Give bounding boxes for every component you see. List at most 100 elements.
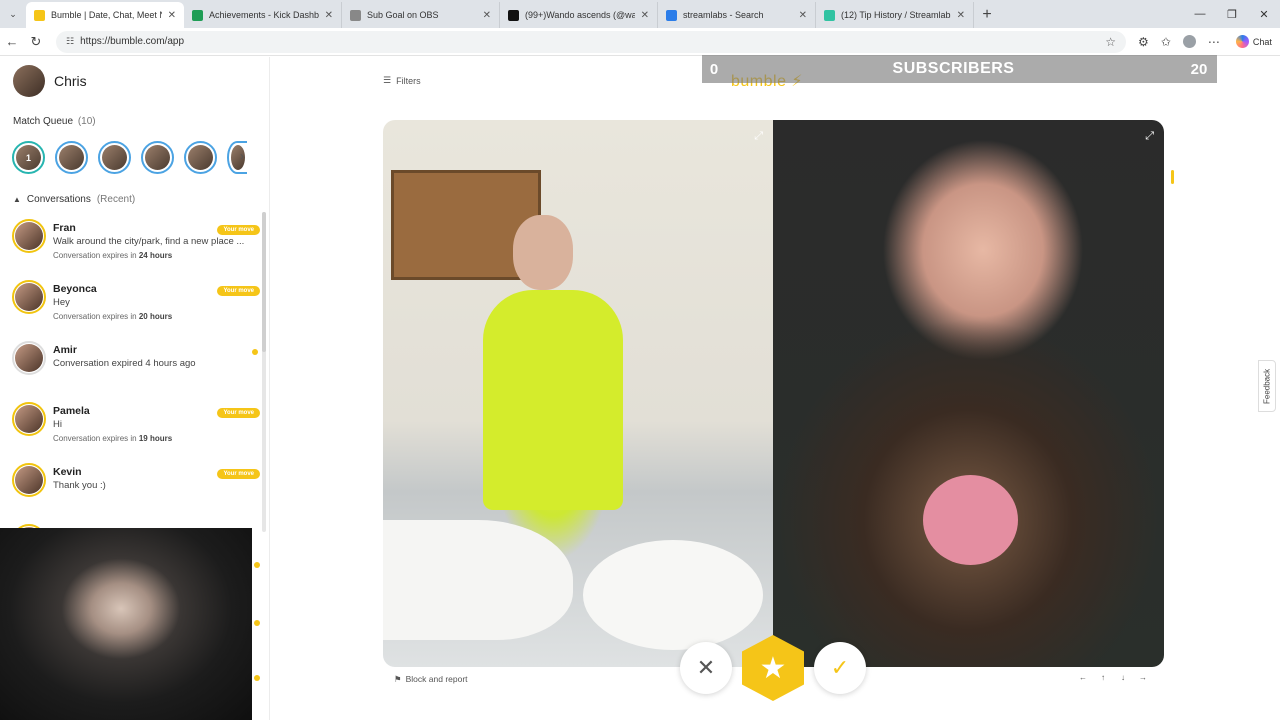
favorites-icon[interactable]: ✩ (1161, 35, 1171, 49)
new-tab-button[interactable]: + (974, 2, 1000, 28)
tab-title: (12) Tip History / Streamlabs (841, 10, 951, 20)
filters-button[interactable]: ☰ Filters (383, 75, 421, 86)
back-arrow-icon[interactable]: ← (0, 34, 24, 49)
conversation-avatar (12, 219, 46, 253)
conversation-message: Hi (53, 419, 62, 430)
goal-title: SUBSCRIBERS (892, 60, 1015, 77)
scroll-indicator (1171, 170, 1174, 184)
tab-close-icon[interactable]: ✕ (168, 10, 176, 21)
queue-number: 1 (16, 145, 41, 170)
address-bar-row: ← ↻ ☷ https://bumble.com/app ☆ ⚙ ✩ ⋯ Cha… (0, 28, 1280, 56)
person-head (513, 215, 573, 290)
favorite-star-icon[interactable]: ☆ (1105, 35, 1116, 49)
extensions-icon[interactable]: ⚙ (1138, 35, 1149, 49)
match-queue-label: Match Queue (13, 116, 74, 127)
user-avatar[interactable] (13, 65, 45, 97)
url-field[interactable]: ☷ https://bumble.com/app ☆ (56, 30, 1126, 53)
conversation-message: Hey (53, 297, 70, 308)
user-profile[interactable]: Chris (13, 65, 87, 97)
browser-tab[interactable]: (12) Tip History / Streamlabs ✕ (816, 2, 974, 28)
filters-icon: ☰ (383, 75, 392, 85)
reload-icon[interactable]: ↻ (24, 34, 48, 50)
like-button[interactable]: ✓ (814, 642, 866, 694)
profile-photo-left[interactable]: ⤢ (383, 120, 773, 667)
person-figure (483, 290, 623, 510)
dog-nose (923, 475, 1018, 565)
conversation-avatar (12, 402, 46, 436)
tab-title: streamlabs - Search (683, 10, 764, 20)
conversation-item[interactable]: Amir Conversation expired 4 hours ago (12, 339, 260, 400)
tab-close-icon[interactable]: ✕ (325, 10, 333, 21)
your-move-badge: Your move (217, 286, 260, 296)
flag-icon: ⚑ (394, 674, 402, 684)
profile-photo-right[interactable]: ⤢ (773, 120, 1164, 667)
match-queue-item[interactable] (141, 141, 174, 174)
collapse-chevron-icon[interactable]: ▲ (13, 195, 21, 204)
conversation-item[interactable]: Pamela Hi Conversation expires in 19 hours… (12, 400, 260, 461)
close-icon: ✕ (696, 655, 716, 680)
tab-close-icon[interactable]: ✕ (957, 10, 965, 21)
feedback-tab[interactable]: Feedback (1258, 360, 1276, 412)
chat-label: Chat (1252, 36, 1272, 47)
browser-tab[interactable]: Bumble | Date, Chat, Meet New Pe ✕ (26, 2, 184, 28)
browser-tab-bar: ⌄ Bumble | Date, Chat, Meet New Pe✕Achie… (0, 0, 1280, 28)
browser-tab[interactable]: (99+)Wando ascends (@wandoasc ✕ (500, 2, 658, 28)
keyboard-hint-icon: ↑ (1101, 673, 1105, 682)
scrollbar-thumb[interactable] (262, 212, 266, 352)
match-queue-item[interactable] (55, 141, 88, 174)
conversation-item[interactable]: Kevin Thank you :) Your move (12, 461, 260, 522)
tab-close-icon[interactable]: ✕ (641, 10, 649, 21)
swipe-actions: ✕ ★ ✓ (680, 635, 870, 705)
site-info-icon[interactable]: ☷ (66, 36, 74, 47)
browser-tab[interactable]: Sub Goal on OBS ✕ (342, 2, 500, 28)
restore-icon[interactable]: ❐ (1216, 0, 1248, 28)
window-controls: — ❐ ✕ (1184, 0, 1280, 28)
tab-favicon-icon (824, 9, 835, 21)
queue-next-chevron-icon[interactable]: › (240, 149, 244, 163)
url-text: https://bumble.com/app (80, 36, 185, 47)
tab-close-icon[interactable]: ✕ (799, 10, 807, 21)
conversation-avatar (12, 280, 46, 314)
match-queue-item[interactable] (184, 141, 217, 174)
copilot-chat-button[interactable]: Chat (1235, 35, 1272, 48)
tab-list-chevron-icon[interactable]: ⌄ (0, 0, 26, 28)
match-queue-item[interactable] (227, 141, 247, 174)
browser-tab[interactable]: Achievements - Kick Dashboard ✕ (184, 2, 342, 28)
goal-target: 20 (1190, 60, 1208, 78)
conversation-item[interactable]: Beyonca Hey Conversation expires in 20 hou… (12, 278, 260, 339)
check-icon: ✓ (830, 655, 850, 680)
tab-title: Achievements - Kick Dashboard (209, 10, 319, 20)
unread-dot (254, 620, 260, 626)
conversation-list: Fran Walk around the city/park, find a ne… (12, 217, 260, 529)
your-move-badge: Your move (217, 225, 260, 235)
tab-favicon-icon (192, 9, 203, 21)
conversations-header[interactable]: ▲ Conversations (Recent) (13, 194, 135, 205)
filters-label: Filters (396, 75, 421, 86)
conversation-avatar (12, 341, 46, 375)
tab-favicon-icon (666, 9, 677, 21)
sidebar-scrollbar[interactable] (262, 212, 266, 532)
profile-card[interactable]: ⤢ ⤢ (383, 120, 1164, 667)
copilot-icon (1235, 35, 1249, 48)
conversation-item[interactable]: Fran Walk around the city/park, find a ne… (12, 217, 260, 278)
superswipe-button[interactable]: ★ (742, 635, 804, 701)
conversation-expiry: Conversation expires in 19 hours (53, 434, 173, 443)
tab-close-icon[interactable]: ✕ (483, 10, 491, 21)
more-menu-icon[interactable]: ⋯ (1208, 35, 1220, 49)
minimize-icon[interactable]: — (1184, 0, 1216, 28)
conversation-name: Kevin (53, 466, 82, 478)
expand-icon[interactable]: ⤢ (754, 130, 763, 143)
profile-icon[interactable] (1182, 35, 1196, 48)
close-window-icon[interactable]: ✕ (1248, 0, 1280, 28)
conversation-message: Walk around the city/park, find a new pl… (53, 236, 245, 247)
unread-dot (254, 562, 260, 568)
expand-icon[interactable]: ⤢ (1145, 130, 1154, 143)
match-queue-item[interactable]: 1 (12, 141, 45, 174)
pass-button[interactable]: ✕ (680, 642, 732, 694)
star-icon: ★ (759, 651, 787, 685)
match-queue-item[interactable] (98, 141, 131, 174)
block-report-link[interactable]: ⚑ Block and report (394, 674, 468, 685)
browser-tab[interactable]: streamlabs - Search ✕ (658, 2, 816, 28)
conversation-avatar (12, 463, 46, 497)
unread-dot (254, 675, 260, 681)
